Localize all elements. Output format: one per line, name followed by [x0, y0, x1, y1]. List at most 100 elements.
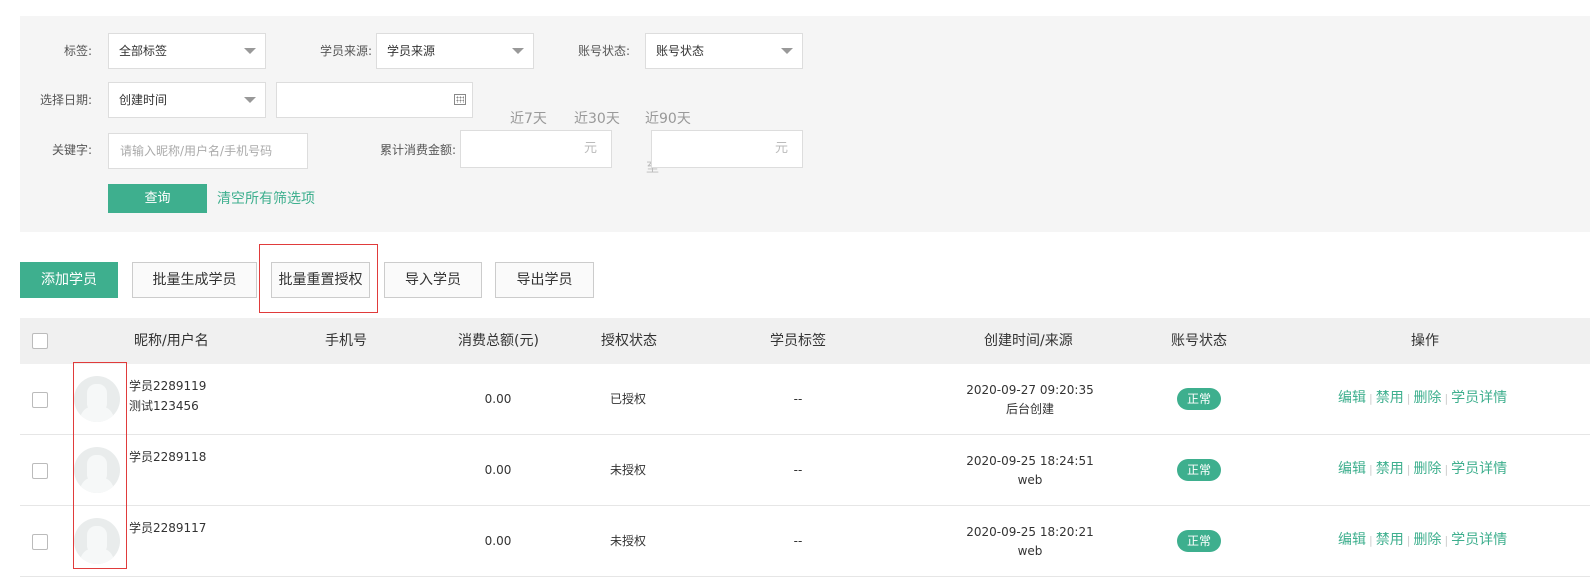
table-row: 学员2289119 测试123456 0.00 已授权 -- 2020-09-2… [20, 364, 1590, 435]
student-created-time: 2020-09-25 18:20:21 [966, 525, 1094, 539]
row-actions: 编辑 | 禁用 | 删除 | 学员详情 [1338, 460, 1507, 479]
column-header-nickname: 昵称/用户名 [134, 333, 209, 349]
avatar [74, 518, 120, 564]
student-auth-status: 已授权 [609, 392, 646, 406]
separator: | [1444, 392, 1449, 405]
calendar-icon[interactable] [454, 94, 466, 105]
student-username: 测试123456 [129, 399, 199, 413]
student-created-time: 2020-09-25 18:24:51 [966, 454, 1094, 468]
status-badge: 正常 [1177, 530, 1221, 552]
source-filter-label: 学员来源: [319, 44, 372, 58]
chevron-down-icon [512, 48, 524, 54]
import-students-button[interactable]: 导入学员 [384, 262, 482, 298]
separator: | [1369, 392, 1373, 405]
column-header-actions: 操作 [1411, 333, 1439, 349]
keyword-filter-label: 关键字: [51, 143, 92, 157]
separator: | [1444, 463, 1449, 476]
date-filter-label: 选择日期: [39, 93, 92, 107]
student-amount: 0.00 [484, 392, 512, 406]
student-details-link[interactable]: 学员详情 [1451, 461, 1507, 477]
amount-unit: 元 [774, 141, 788, 156]
export-students-button[interactable]: 导出学员 [495, 262, 594, 298]
student-auth-status: 未授权 [609, 463, 646, 477]
column-header-created: 创建时间/来源 [984, 333, 1073, 349]
chevron-down-icon [781, 48, 793, 54]
tag-filter-label: 标签: [63, 44, 92, 58]
edit-link[interactable]: 编辑 [1338, 461, 1366, 477]
source-select[interactable]: 学员来源 [376, 33, 534, 69]
row-checkbox[interactable] [32, 392, 48, 408]
edit-link[interactable]: 编辑 [1338, 532, 1366, 548]
disable-link[interactable]: 禁用 [1376, 390, 1404, 406]
student-nickname: 学员2289117 [129, 521, 207, 535]
batch-reset-auth-button[interactable]: 批量重置授权 [271, 262, 370, 298]
student-source: web [1017, 544, 1043, 558]
column-header-amount: 消费总额(元) [458, 333, 539, 349]
student-tags: -- [793, 392, 803, 406]
separator: | [1406, 534, 1411, 547]
separator: | [1406, 463, 1411, 476]
student-source: web [1017, 473, 1043, 487]
student-tags: -- [793, 463, 803, 477]
quick-range-7days[interactable]: 近7天 [510, 108, 547, 128]
batch-generate-button[interactable]: 批量生成学员 [132, 262, 257, 298]
select-all-checkbox[interactable] [32, 333, 48, 349]
tag-select[interactable]: 全部标签 [108, 33, 266, 69]
student-amount: 0.00 [484, 534, 512, 548]
delete-link[interactable]: 删除 [1413, 532, 1441, 548]
amount-unit: 元 [583, 141, 597, 156]
source-select-value: 学员来源 [387, 44, 436, 58]
student-created-time: 2020-09-27 09:20:35 [966, 383, 1094, 397]
table-row: 学员2289118 0.00 未授权 -- 2020-09-25 18:24:5… [20, 435, 1590, 506]
add-student-button[interactable]: 添加学员 [20, 262, 118, 298]
quick-range-90days[interactable]: 近90天 [645, 108, 691, 128]
student-auth-status: 未授权 [609, 534, 646, 548]
amount-filter-label: 累计消费金额: [379, 143, 456, 157]
status-badge: 正常 [1177, 459, 1221, 481]
avatar [74, 376, 120, 422]
separator: | [1444, 534, 1449, 547]
date-type-value: 创建时间 [119, 93, 168, 107]
keyword-input[interactable] [108, 133, 308, 169]
separator: | [1406, 392, 1411, 405]
student-details-link[interactable]: 学员详情 [1451, 390, 1507, 406]
chevron-down-icon [244, 48, 256, 54]
student-details-link[interactable]: 学员详情 [1451, 532, 1507, 548]
filter-panel: 标签: 全部标签 学员来源: 学员来源 账号状态: 账号状态 选择日期: 创建时… [20, 16, 1590, 232]
row-actions: 编辑 | 禁用 | 删除 | 学员详情 [1338, 389, 1507, 408]
row-checkbox[interactable] [32, 534, 48, 550]
status-filter-label: 账号状态: [577, 44, 630, 58]
chevron-down-icon [244, 97, 256, 103]
table-row: 学员2289117 0.00 未授权 -- 2020-09-25 18:20:2… [20, 506, 1590, 577]
amount-min-input[interactable]: 元 [460, 130, 612, 168]
delete-link[interactable]: 删除 [1413, 390, 1441, 406]
delete-link[interactable]: 删除 [1413, 461, 1441, 477]
avatar [74, 447, 120, 493]
student-source: 后台创建 [1005, 402, 1054, 416]
student-amount: 0.00 [484, 463, 512, 477]
status-select[interactable]: 账号状态 [645, 33, 803, 69]
query-button[interactable]: 查询 [108, 184, 207, 213]
row-checkbox[interactable] [32, 463, 48, 479]
student-nickname: 学员2289118 [129, 450, 207, 464]
row-actions: 编辑 | 禁用 | 删除 | 学员详情 [1338, 531, 1507, 550]
disable-link[interactable]: 禁用 [1376, 532, 1404, 548]
table-header: 昵称/用户名 手机号 消费总额(元) 授权状态 学员标签 创建时间/来源 账号状… [20, 318, 1590, 364]
column-header-student-tags: 学员标签 [770, 333, 826, 349]
keyword-field[interactable] [120, 134, 307, 168]
student-tags: -- [793, 534, 803, 548]
quick-range-30days[interactable]: 近30天 [574, 108, 620, 128]
column-header-auth-status: 授权状态 [601, 333, 657, 349]
column-header-account-status: 账号状态 [1171, 333, 1227, 349]
amount-max-input[interactable]: 元 [651, 130, 803, 168]
status-badge: 正常 [1177, 388, 1221, 410]
separator: | [1369, 463, 1373, 476]
disable-link[interactable]: 禁用 [1376, 461, 1404, 477]
tag-select-value: 全部标签 [119, 44, 168, 58]
student-nickname: 学员2289119 [129, 379, 207, 393]
clear-filters-link[interactable]: 清空所有筛选项 [217, 190, 315, 208]
column-header-phone: 手机号 [325, 333, 367, 349]
edit-link[interactable]: 编辑 [1338, 390, 1366, 406]
date-type-select[interactable]: 创建时间 [108, 82, 266, 118]
date-range-input[interactable] [276, 82, 473, 118]
